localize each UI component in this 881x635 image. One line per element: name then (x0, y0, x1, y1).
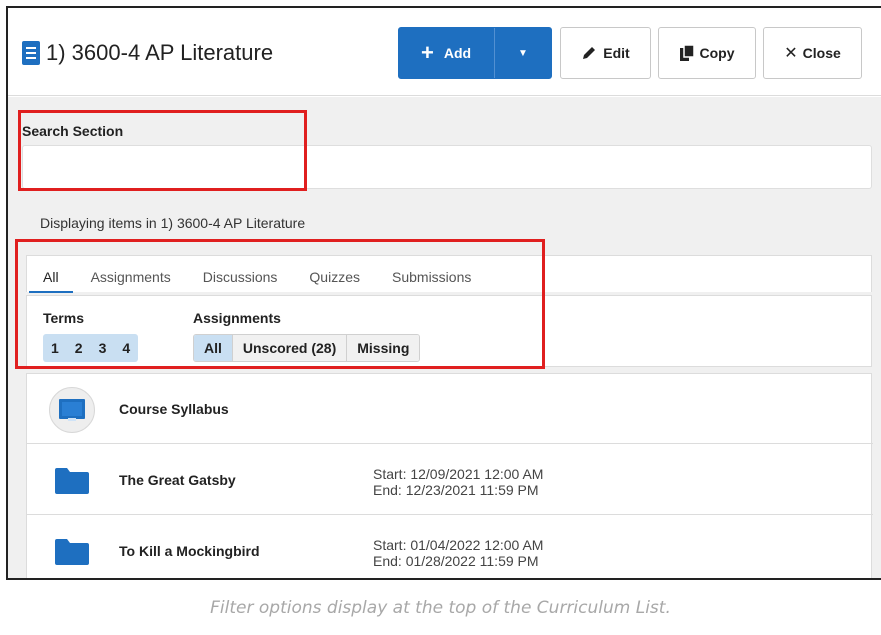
item-name[interactable]: The Great Gatsby (119, 472, 236, 488)
copy-icon (679, 45, 694, 61)
item-name[interactable]: Course Syllabus (119, 401, 229, 417)
list-item[interactable]: To Kill a Mockingbird Start: 01/04/2022 … (27, 516, 873, 578)
display-status-text: Displaying items in 1) 3600-4 AP Literat… (40, 215, 306, 231)
folder-icon (55, 539, 89, 565)
edit-button-label: Edit (603, 45, 630, 61)
item-start-date: Start: 01/04/2022 12:00 AM (373, 537, 544, 553)
page-title: 1) 3600-4 AP Literature (46, 40, 274, 65)
item-end-date: End: 12/23/2021 11:59 PM (373, 482, 539, 498)
add-button[interactable]: + Add ▼ (398, 27, 552, 79)
close-button-label: Close (802, 45, 841, 61)
title-group: 1) 3600-4 AP Literature (22, 40, 273, 66)
caret-down-icon[interactable]: ▼ (495, 48, 551, 59)
copy-button[interactable]: Copy (658, 27, 756, 79)
add-button-label: Add (443, 45, 472, 61)
copy-button-label: Copy (699, 45, 735, 61)
item-dates: Start: 12/09/2021 12:00 AM End: 12/23/20… (373, 466, 543, 498)
figure-caption: Filter options display at the top of the… (210, 598, 671, 618)
filters-highlight-box (15, 239, 545, 369)
edit-button[interactable]: Edit (560, 27, 651, 79)
close-button[interactable]: ✕ Close (763, 27, 862, 79)
item-name[interactable]: To Kill a Mockingbird (119, 543, 260, 559)
list-item[interactable]: The Great Gatsby Start: 12/09/2021 12:00… (27, 445, 873, 515)
list-item[interactable]: Course Syllabus (27, 374, 873, 444)
syllabus-icon (49, 387, 95, 433)
item-dates: Start: 01/04/2022 12:00 AM End: 01/28/20… (373, 537, 543, 569)
item-start-date: Start: 12/09/2021 12:00 AM (373, 466, 544, 482)
book-icon (22, 41, 40, 65)
item-end-date: End: 01/28/2022 11:59 PM (373, 553, 539, 569)
folder-icon (55, 468, 89, 494)
plus-icon: + (421, 40, 434, 65)
add-main-button[interactable]: + Add (399, 28, 495, 78)
header-bar: 1) 3600-4 AP Literature + Add ▼ Edit Cop… (8, 8, 881, 96)
close-icon: ✕ (784, 45, 798, 62)
curriculum-list: Course Syllabus The Great Gatsby Start: … (26, 373, 873, 578)
search-highlight-box (18, 110, 307, 191)
pencil-icon (583, 47, 596, 59)
